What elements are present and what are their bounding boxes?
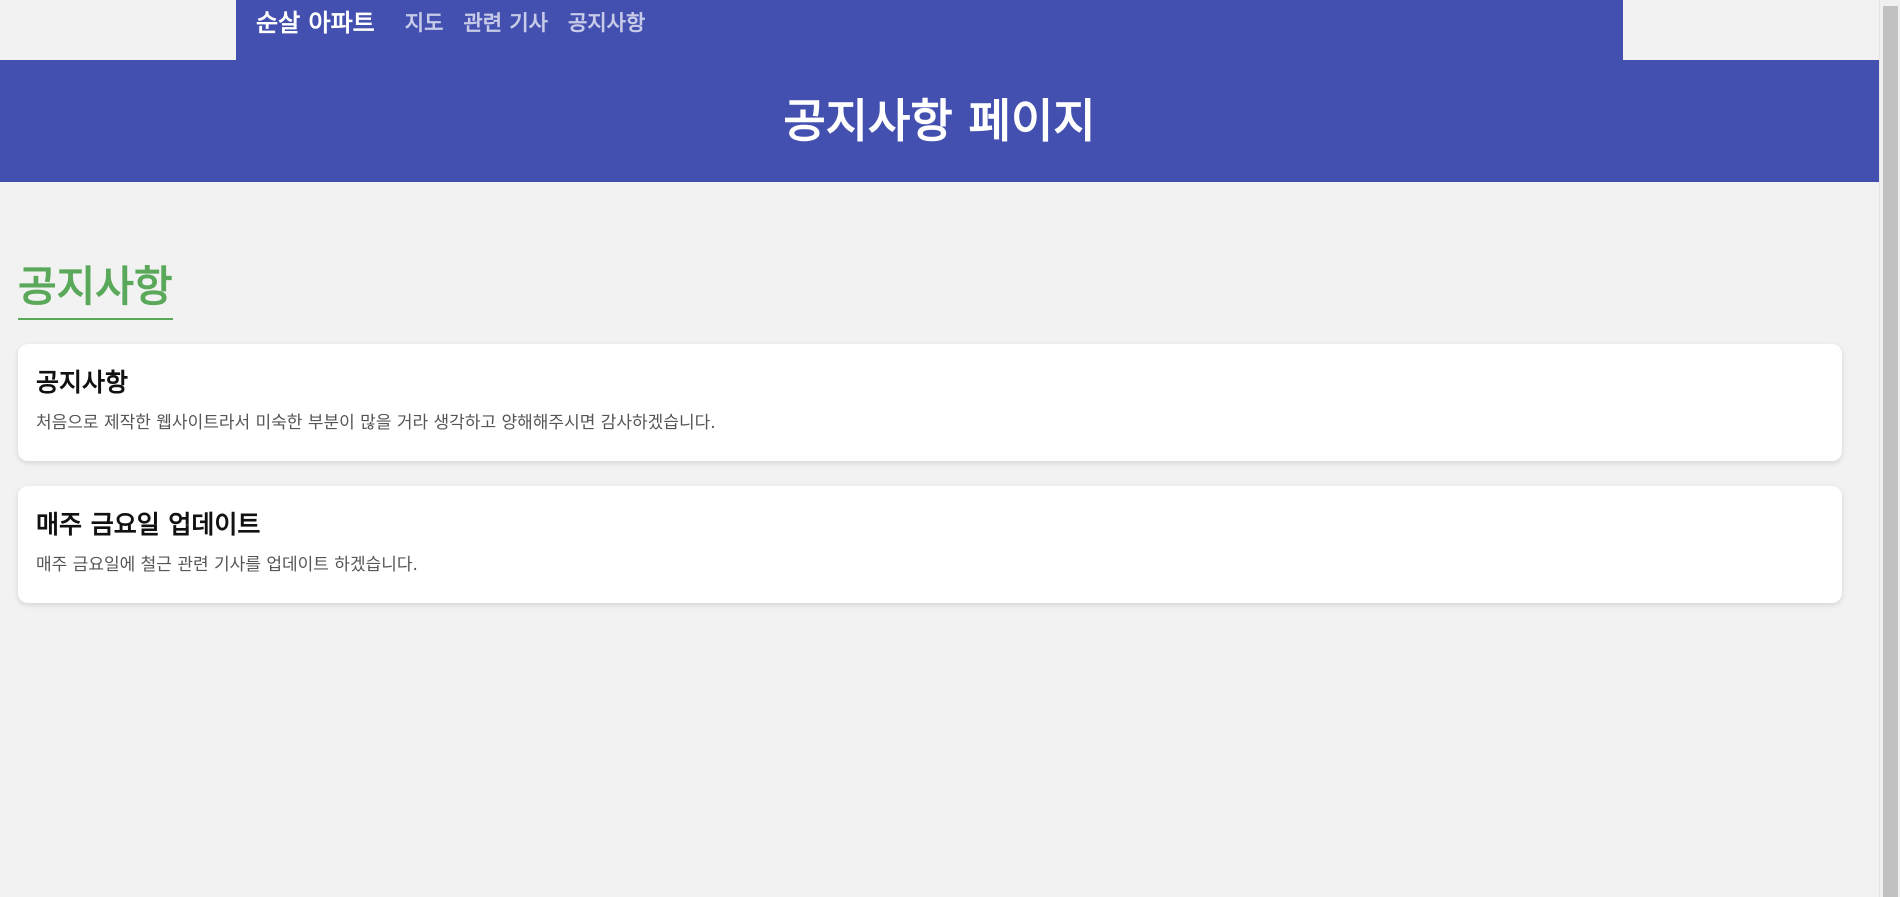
top-navbar: 순살 아파트 지도 관련 기사 공지사항 xyxy=(236,0,1623,60)
notice-list: 공지사항 처음으로 제작한 웹사이트라서 미숙한 부분이 많을 거라 생각하고 … xyxy=(18,344,1842,604)
page-title: 공지사항 페이지 xyxy=(783,94,1096,148)
notice-body: 처음으로 제작한 웹사이트라서 미숙한 부분이 많을 거라 생각하고 양해해주시… xyxy=(36,413,716,434)
nav-link-map[interactable]: 지도 xyxy=(405,8,444,38)
notice-card: 공지사항 처음으로 제작한 웹사이트라서 미숙한 부분이 많을 거라 생각하고 … xyxy=(18,344,1842,462)
brand-link[interactable]: 순살 아파트 xyxy=(256,8,375,38)
section-title: 공지사항 xyxy=(18,263,173,321)
vertical-scrollbar[interactable] xyxy=(1879,0,1900,897)
page-banner: 공지사항 페이지 xyxy=(0,60,1879,182)
notice-section: 공지사항 공지사항 처음으로 제작한 웹사이트라서 미숙한 부분이 많을 거라 … xyxy=(18,182,1842,628)
notice-title: 매주 금요일 업데이트 xyxy=(36,510,261,540)
notice-title: 공지사항 xyxy=(36,368,129,398)
nav-link-notices[interactable]: 공지사항 xyxy=(568,8,645,38)
scrollbar-thumb[interactable] xyxy=(1883,6,1898,897)
notice-body: 매주 금요일에 철근 관련 기사를 업데이트 하겠습니다. xyxy=(36,555,418,576)
nav-link-articles[interactable]: 관련 기사 xyxy=(463,8,548,38)
notice-card: 매주 금요일 업데이트 매주 금요일에 철근 관련 기사를 업데이트 하겠습니다… xyxy=(18,486,1842,604)
